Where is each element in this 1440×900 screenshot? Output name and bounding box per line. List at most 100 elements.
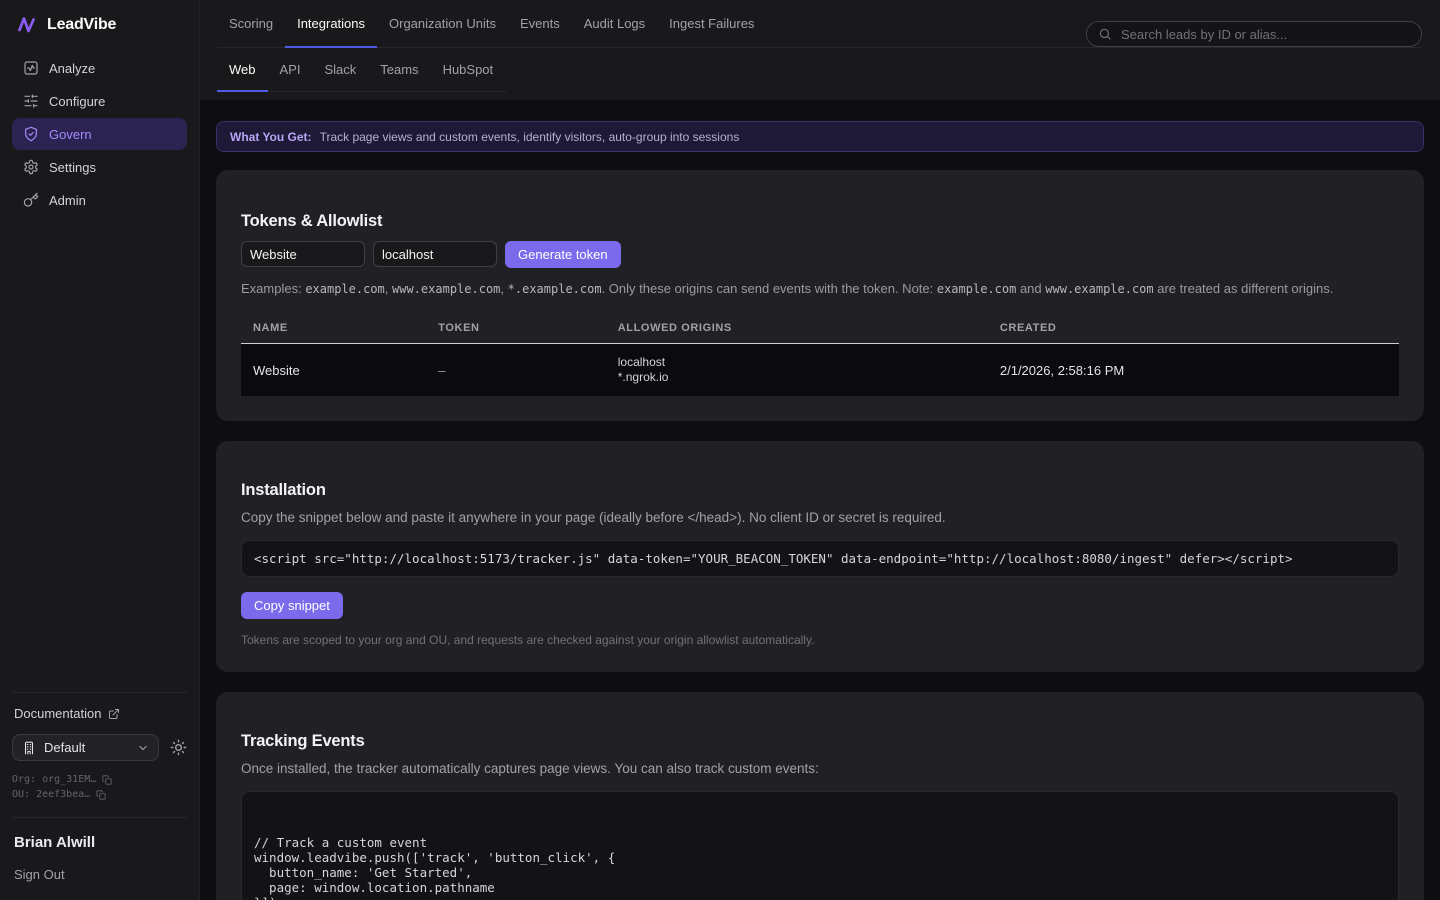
banner-text: Track page views and custom events, iden… <box>320 130 740 144</box>
token-row: Website–localhost*.ngrok.io2/1/2026, 2:5… <box>241 344 1399 397</box>
copy-ou-icon[interactable] <box>96 790 106 800</box>
token-row-token: – <box>426 344 605 397</box>
installation-heading: Installation <box>241 481 1399 500</box>
sidebar-item-label: Admin <box>49 193 86 208</box>
leadvibe-wave-icon <box>16 14 38 36</box>
tab-ingest-failures[interactable]: Ingest Failures <box>657 0 766 47</box>
origin-example-text: . Only these origins can send events wit… <box>602 281 937 296</box>
subtab-api[interactable]: API <box>268 48 313 91</box>
origin-example-text: and <box>1016 281 1045 296</box>
tokens-heading: Tokens & Allowlist <box>241 212 1399 231</box>
tab-events[interactable]: Events <box>508 0 572 47</box>
subtab-web[interactable]: Web <box>217 48 268 91</box>
search-input[interactable] <box>1119 26 1410 43</box>
sidebar: LeadVibe AnalyzeConfigureGovernSettingsA… <box>0 0 200 900</box>
banner-title: What You Get: <box>230 130 312 144</box>
sidebar-item-label: Analyze <box>49 61 95 76</box>
origin-example-text: Examples: <box>241 281 305 296</box>
tracking-code: // Track a custom event window.leadvibe.… <box>254 835 1386 900</box>
token-name-input[interactable] <box>241 241 365 267</box>
user-name: Brian Alwill <box>12 818 187 851</box>
tab-integrations[interactable]: Integrations <box>285 0 377 47</box>
tab-audit-logs[interactable]: Audit Logs <box>572 0 657 47</box>
brand-logo: LeadVibe <box>12 10 187 52</box>
brand-name: LeadVibe <box>47 16 116 34</box>
sidebar-item-label: Govern <box>49 127 92 142</box>
tab-scoring[interactable]: Scoring <box>217 0 285 47</box>
origin-example-value: example.com <box>937 282 1016 296</box>
tracking-heading: Tracking Events <box>241 732 1399 751</box>
what-you-get-banner: What You Get: Track page views and custo… <box>216 121 1424 152</box>
chevron-down-icon <box>137 742 149 754</box>
subtab-hubspot[interactable]: HubSpot <box>431 48 506 91</box>
sliders-icon <box>23 93 39 109</box>
token-row-origins: localhost*.ngrok.io <box>606 344 988 397</box>
building-icon <box>22 741 36 755</box>
header: ScoringIntegrationsOrganization UnitsEve… <box>200 0 1440 100</box>
install-snippet-code: <script src="http://localhost:5173/track… <box>241 540 1399 577</box>
origin-input[interactable] <box>373 241 497 267</box>
table-header-name: Name <box>241 313 426 344</box>
sidebar-item-label: Configure <box>49 94 105 109</box>
sidebar-item-settings[interactable]: Settings <box>12 151 187 183</box>
origin-entry: localhost <box>618 355 976 370</box>
subtab-teams[interactable]: Teams <box>368 48 430 91</box>
origin-example-value: *.example.com <box>508 282 602 296</box>
main-content: What You Get: Track page views and custo… <box>200 100 1440 900</box>
generate-token-button[interactable]: Generate token <box>505 241 621 268</box>
token-scope-note: Tokens are scoped to your org and OU, an… <box>241 633 1399 647</box>
token-row-name: Website <box>241 344 426 397</box>
copy-org-icon[interactable] <box>102 775 112 785</box>
token-row-created: 2/1/2026, 2:58:16 PM <box>988 344 1399 397</box>
sidebar-footer: Documentation Default <box>12 692 187 882</box>
shield-check-icon <box>23 126 39 142</box>
sun-icon <box>170 739 187 756</box>
tracking-code-box: // Track a custom event window.leadvibe.… <box>241 791 1399 900</box>
sidebar-spacer <box>12 217 187 692</box>
origin-entry: *.ngrok.io <box>618 370 976 385</box>
sidebar-item-analyze[interactable]: Analyze <box>12 52 187 84</box>
origin-example-text: , <box>385 281 392 296</box>
origin-examples: Examples: example.com, www.example.com, … <box>241 281 1399 296</box>
tracking-description: Once installed, the tracker automaticall… <box>241 761 1399 776</box>
table-header-allowed-origins: Allowed Origins <box>606 313 988 344</box>
origin-example-value: www.example.com <box>1045 282 1153 296</box>
activity-icon <box>23 60 39 76</box>
subtab-slack[interactable]: Slack <box>312 48 368 91</box>
tracking-card: Tracking Events Once installed, the trac… <box>216 692 1424 900</box>
origin-example-text: , <box>500 281 507 296</box>
installation-description: Copy the snippet below and paste it anyw… <box>241 510 1399 525</box>
tokens-card: Tokens & Allowlist Generate token Exampl… <box>216 170 1424 421</box>
ou-selector-value: Default <box>44 740 85 755</box>
tab-organization-units[interactable]: Organization Units <box>377 0 508 47</box>
subtabs-row: WebAPISlackTeamsHubSpot <box>217 48 507 92</box>
sign-out-button[interactable]: Sign Out <box>12 851 187 882</box>
ou-selector[interactable]: Default <box>12 734 159 761</box>
key-icon <box>23 192 39 208</box>
documentation-label: Documentation <box>14 706 101 721</box>
origin-example-value: www.example.com <box>392 282 500 296</box>
documentation-link[interactable]: Documentation <box>12 706 187 734</box>
sidebar-item-admin[interactable]: Admin <box>12 184 187 216</box>
table-header-created: Created <box>988 313 1399 344</box>
table-header-token: Token <box>426 313 605 344</box>
gear-icon <box>23 159 39 175</box>
search-icon <box>1098 27 1112 41</box>
tokens-table: NameTokenAllowed OriginsCreated Website–… <box>241 313 1399 396</box>
ou-id-line: OU: 2eef3bea… <box>12 787 90 802</box>
origin-example-value: example.com <box>305 282 384 296</box>
sidebar-nav: Analyze Configure Govern Settings Admin <box>12 52 187 217</box>
tokens-table-head: NameTokenAllowed OriginsCreated <box>241 313 1399 344</box>
tokens-table-body: Website–localhost*.ngrok.io2/1/2026, 2:5… <box>241 344 1399 397</box>
sidebar-item-govern[interactable]: Govern <box>12 118 187 150</box>
org-id-line: Org: org_31EM… <box>12 772 96 787</box>
sidebar-item-configure[interactable]: Configure <box>12 85 187 117</box>
installation-card: Installation Copy the snippet below and … <box>216 441 1424 672</box>
origin-example-text: are treated as different origins. <box>1154 281 1334 296</box>
theme-toggle-button[interactable] <box>170 739 187 756</box>
search-box <box>1086 21 1422 47</box>
copy-snippet-button[interactable]: Copy snippet <box>241 592 343 619</box>
right-shell: ScoringIntegrationsOrganization UnitsEve… <box>200 0 1440 900</box>
sidebar-item-label: Settings <box>49 160 96 175</box>
external-link-icon <box>108 708 120 720</box>
